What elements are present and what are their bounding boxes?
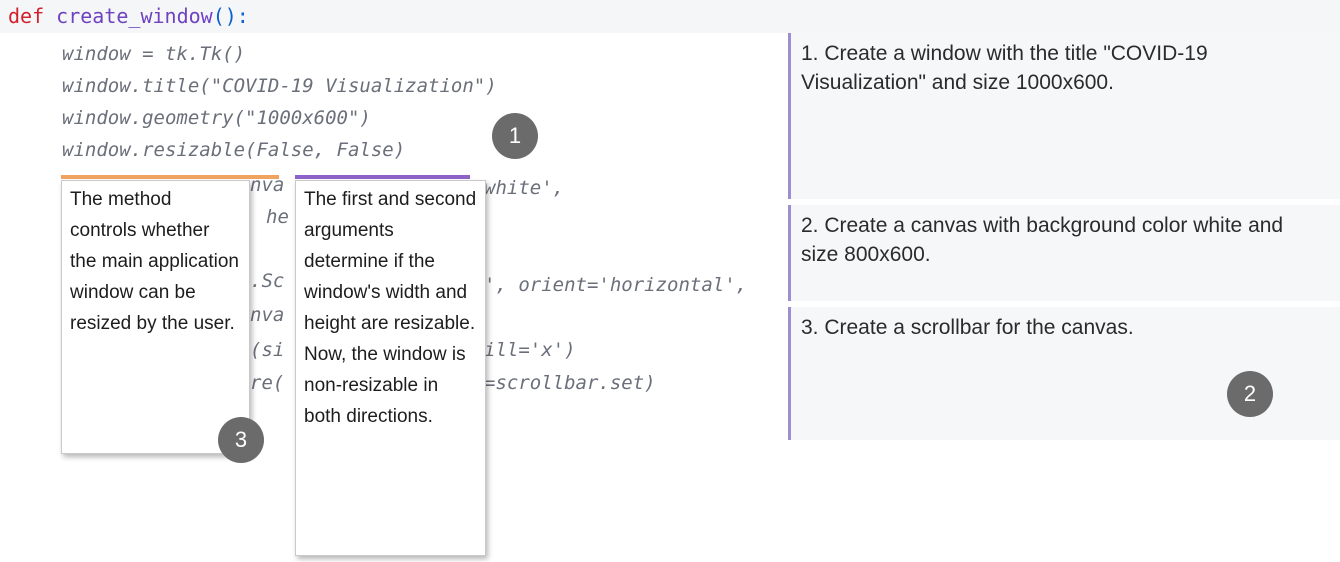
code-line-1: window = tk.Tk() bbox=[62, 43, 246, 65]
code-fragment: re( bbox=[250, 372, 285, 394]
explanation-2-text: 2. Create a canvas with background color… bbox=[801, 214, 1284, 266]
badge-1[interactable]: 1 bbox=[492, 113, 538, 159]
explanation-1-text: 1. Create a window with the title "COVID… bbox=[801, 42, 1208, 94]
code-fragment: ', orient='horizontal', bbox=[484, 274, 748, 296]
def-signature: def create_window(): bbox=[8, 4, 249, 28]
badge-3[interactable]: 3 bbox=[218, 417, 264, 463]
code-fragment: nva bbox=[250, 304, 285, 326]
code-fragment: ill='x') bbox=[484, 339, 576, 361]
function-def-line: def create_window(): bbox=[0, 0, 1340, 33]
code-fragment: =scrollbar.set) bbox=[484, 372, 656, 394]
explanation-2: 2. Create a canvas with background color… bbox=[788, 205, 1340, 301]
code-fragment: white', bbox=[484, 177, 565, 199]
explanation-3-text: 3. Create a scrollbar for the canvas. bbox=[801, 316, 1134, 339]
args-tooltip: The first and second arguments determine… bbox=[295, 180, 486, 556]
def-keyword: def bbox=[8, 4, 45, 28]
code-line-3: window.geometry("1000x600") bbox=[62, 107, 371, 129]
code-fragment: (si bbox=[250, 339, 285, 361]
args-underline-marker bbox=[295, 175, 470, 179]
code-fragment: he bbox=[266, 206, 289, 228]
badge-2[interactable]: 2 bbox=[1227, 371, 1273, 417]
method-tooltip: The method controls whether the main app… bbox=[61, 180, 250, 454]
code-line-4: window.resizable(False, False) bbox=[62, 139, 406, 161]
code-fragment: .Sc bbox=[250, 270, 285, 292]
method-tooltip-text: The method controls whether the main app… bbox=[70, 189, 239, 334]
method-underline-marker bbox=[61, 175, 279, 179]
args-tooltip-text: The first and second arguments determine… bbox=[304, 189, 477, 427]
code-line-2: window.title("COVID-19 Visualization") bbox=[62, 75, 497, 97]
signature-tail: (): bbox=[212, 4, 249, 28]
function-name: create_window bbox=[56, 4, 213, 28]
explanation-1: 1. Create a window with the title "COVID… bbox=[788, 33, 1340, 199]
